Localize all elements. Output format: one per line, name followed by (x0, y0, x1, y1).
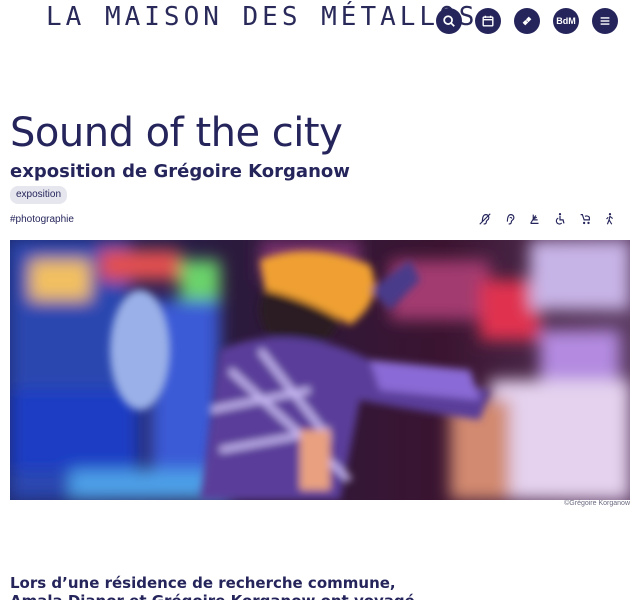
page-subtitle: exposition de Grégoire Korganow (10, 161, 350, 182)
hero-photo (10, 240, 630, 500)
bdm-icon: BdM (556, 16, 576, 26)
accessibility-icons (478, 212, 617, 226)
photo-credit: ©Grégoire Korganow (564, 500, 630, 507)
wheelchair-icon (555, 213, 565, 225)
calendar-icon (482, 15, 494, 27)
search-icon (443, 15, 455, 27)
walking-icon (606, 213, 613, 225)
intro-line-2: Amala Dianor et Grégoire Korganow ont vo… (10, 592, 415, 600)
deaf-icon (479, 213, 491, 225)
ticket-icon (522, 16, 532, 26)
page-title: Sound of the city (10, 110, 343, 156)
hashtag-link[interactable]: #photographie (10, 214, 74, 225)
hearing-loop-icon (506, 214, 515, 225)
site-logo[interactable]: LA MAISON DES MÉTALLOS (46, 2, 478, 32)
stroller-icon (580, 214, 590, 225)
hero-image (10, 240, 630, 500)
category-tag[interactable]: exposition (10, 186, 68, 204)
sign-language-icon (530, 214, 539, 224)
bdm-button[interactable]: BdM (553, 8, 579, 34)
intro-line-1: Lors d’une résidence de recherche commun… (10, 574, 396, 592)
menu-button[interactable] (592, 8, 618, 34)
menu-icon (600, 17, 610, 25)
intro-text: Lors d’une résidence de recherche commun… (10, 574, 415, 600)
header-icon-bar: BdM (436, 8, 618, 34)
calendar-button[interactable] (475, 8, 501, 34)
ticket-button[interactable] (514, 8, 540, 34)
search-button[interactable] (436, 8, 462, 34)
